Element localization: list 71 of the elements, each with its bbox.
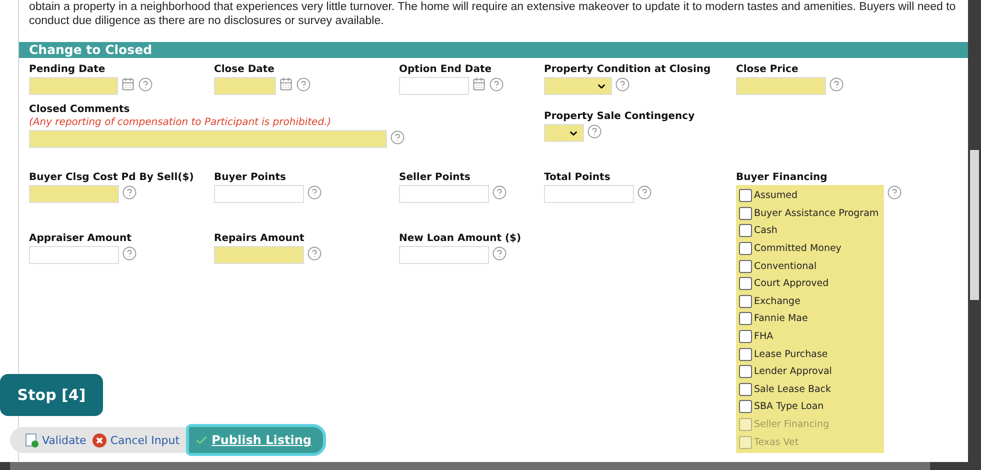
help-icon[interactable] (122, 246, 137, 261)
text-field[interactable] (29, 185, 119, 203)
field-label: New Loan Amount ($) (399, 233, 522, 244)
field-label: Repairs Amount (214, 233, 304, 244)
calendar-icon[interactable] (279, 77, 293, 91)
help-icon[interactable] (489, 77, 504, 92)
text-field[interactable] (29, 246, 119, 264)
field-label: Buyer Financing (736, 172, 828, 183)
field-label: Seller Points (399, 172, 471, 183)
calendar-icon[interactable] (121, 77, 135, 91)
date-field[interactable] (214, 77, 276, 95)
field-label: Appraiser Amount (29, 233, 132, 244)
field-label: Close Date (214, 64, 274, 75)
comments-field[interactable] (29, 130, 387, 148)
help-icon[interactable] (829, 77, 844, 92)
text-field[interactable] (399, 185, 489, 203)
check-icon (194, 434, 208, 446)
help-icon[interactable] (492, 185, 507, 200)
field-label: Pending Date (29, 64, 106, 75)
help-icon[interactable] (492, 246, 507, 261)
scrollbar-thumb[interactable] (970, 150, 979, 300)
vertical-scrollbar[interactable] (968, 0, 981, 462)
checkbox-option[interactable]: FHA (739, 328, 884, 346)
field-label: Buyer Points (214, 172, 286, 183)
help-icon[interactable] (615, 77, 630, 92)
field-label: Closed Comments (29, 104, 130, 115)
field-label: Option End Date (399, 64, 492, 75)
field-note: (Any reporting of compensation to Participant is prohibited.) (29, 117, 332, 128)
help-icon[interactable] (138, 77, 153, 92)
help-icon[interactable] (307, 185, 322, 200)
field-label: Close Price (736, 64, 798, 75)
calendar-icon[interactable] (472, 77, 486, 91)
checkbox-option[interactable]: Court Approved (739, 274, 884, 293)
checkbox-option[interactable]: Lease Purchase (739, 345, 884, 363)
field-label: Property Sale Contingency (544, 111, 695, 122)
date-field[interactable] (399, 77, 469, 95)
validate-link[interactable]: Validate (25, 432, 86, 448)
cancel-link[interactable]: Cancel Input (92, 432, 180, 448)
checkbox-option[interactable]: SBA Type Loan (739, 398, 884, 416)
text-field[interactable] (214, 246, 304, 264)
section-header: Change to Closed (19, 42, 968, 58)
description-line: obtain a property in a neighborhood that experiences very little turnover. The home will require an extensive makeover to update it to modern tastes and amenities. Buyers will need to (28, 0, 957, 14)
checkbox-option[interactable]: Conventional (739, 257, 884, 275)
help-icon[interactable] (296, 77, 311, 92)
checkbox-option[interactable]: Fannie Mae (739, 310, 884, 328)
field-label: Total Points (544, 172, 610, 183)
help-icon[interactable] (887, 185, 902, 200)
text-field[interactable] (214, 185, 304, 203)
checkbox-option[interactable]: Lender Approval (739, 362, 884, 381)
checkbox-option[interactable]: Sale Lease Back (739, 380, 884, 398)
checkbox-option[interactable]: Buyer Assistance Program (739, 204, 884, 222)
help-icon[interactable] (587, 124, 602, 139)
checkbox-option[interactable]: Cash (739, 222, 884, 240)
text-field[interactable] (544, 185, 634, 203)
checkbox-option[interactable]: Committed Money (739, 240, 884, 258)
field-label: Property Condition at Closing (544, 64, 711, 75)
description-line: conduct due diligence as there are no disclosures or survey available. (28, 14, 385, 28)
stop-button[interactable]: Stop [4] (0, 374, 103, 416)
help-icon[interactable] (122, 185, 137, 200)
text-field[interactable] (736, 77, 826, 95)
clipboard-check-icon (25, 432, 39, 448)
field-label: Buyer Clsg Cost Pd By Sell($) (29, 172, 194, 183)
checkbox-option[interactable]: Assumed (739, 187, 884, 205)
text-field[interactable] (399, 246, 489, 264)
help-icon[interactable] (637, 185, 652, 200)
help-icon[interactable] (307, 246, 322, 261)
checkbox-option[interactable]: Exchange (739, 292, 884, 310)
help-icon[interactable] (390, 130, 405, 145)
date-field[interactable] (29, 77, 118, 95)
dropdown[interactable] (544, 124, 584, 142)
cancel-icon (92, 432, 108, 448)
